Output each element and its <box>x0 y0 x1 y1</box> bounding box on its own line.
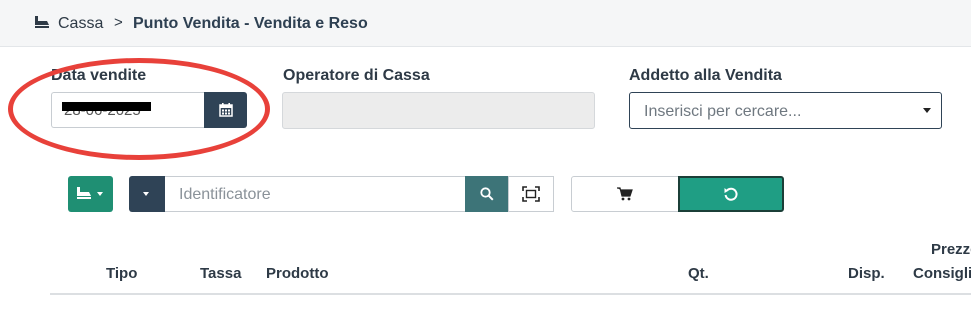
calendar-icon <box>218 103 233 117</box>
calendar-button[interactable] <box>204 92 247 128</box>
column-header-prezzo-line1[interactable]: Prezzo <box>931 241 971 258</box>
caret-down-icon <box>143 192 149 196</box>
search-icon <box>479 187 494 201</box>
cart-button[interactable] <box>571 176 679 212</box>
refresh-icon <box>724 187 738 201</box>
addetto-label: Addetto alla Vendita <box>629 67 782 84</box>
shopping-cart-icon <box>617 187 633 201</box>
cash-register-icon <box>77 187 91 199</box>
addetto-select[interactable]: Inserisci per cercare... <box>629 92 942 129</box>
column-header-tassa[interactable]: Tassa <box>200 265 241 282</box>
cash-register-icon <box>35 16 49 28</box>
column-header-tipo[interactable]: Tipo <box>106 265 137 282</box>
breadcrumb-current: Punto Vendita - Vendita e Reso <box>133 15 368 32</box>
operatore-field <box>282 92 595 129</box>
identifier-placeholder: Identificatore <box>179 186 271 203</box>
breadcrumb-separator: > <box>114 14 123 31</box>
table-header-divider <box>50 293 971 295</box>
sale-mode-dropdown-button[interactable] <box>68 176 113 212</box>
scan-frame-icon <box>522 186 540 202</box>
operatore-label: Operatore di Cassa <box>283 67 430 84</box>
chevron-down-icon <box>923 108 931 113</box>
breadcrumb-home-link[interactable]: Cassa <box>58 15 103 33</box>
reset-button[interactable] <box>678 176 784 212</box>
data-vendite-input[interactable]: 28-06-2025 <box>51 92 205 128</box>
column-header-prodotto[interactable]: Prodotto <box>266 265 328 282</box>
addetto-placeholder: Inserisci per cercare... <box>644 103 802 120</box>
data-vendite-label: Data vendite <box>51 67 147 84</box>
breadcrumb: Cassa > Punto Vendita - Vendita e Reso <box>0 0 971 47</box>
column-header-prezzo-line2[interactable]: Consigliato <box>913 265 971 282</box>
identifier-input[interactable]: Identificatore <box>165 176 465 212</box>
redaction-bar <box>62 102 151 111</box>
barcode-scan-button[interactable] <box>508 176 554 212</box>
column-header-qt[interactable]: Qt. <box>688 265 709 282</box>
identifier-type-dropdown-button[interactable] <box>129 176 165 212</box>
column-header-disp[interactable]: Disp. <box>848 265 885 282</box>
search-button[interactable] <box>465 176 508 212</box>
caret-down-icon <box>97 192 103 196</box>
